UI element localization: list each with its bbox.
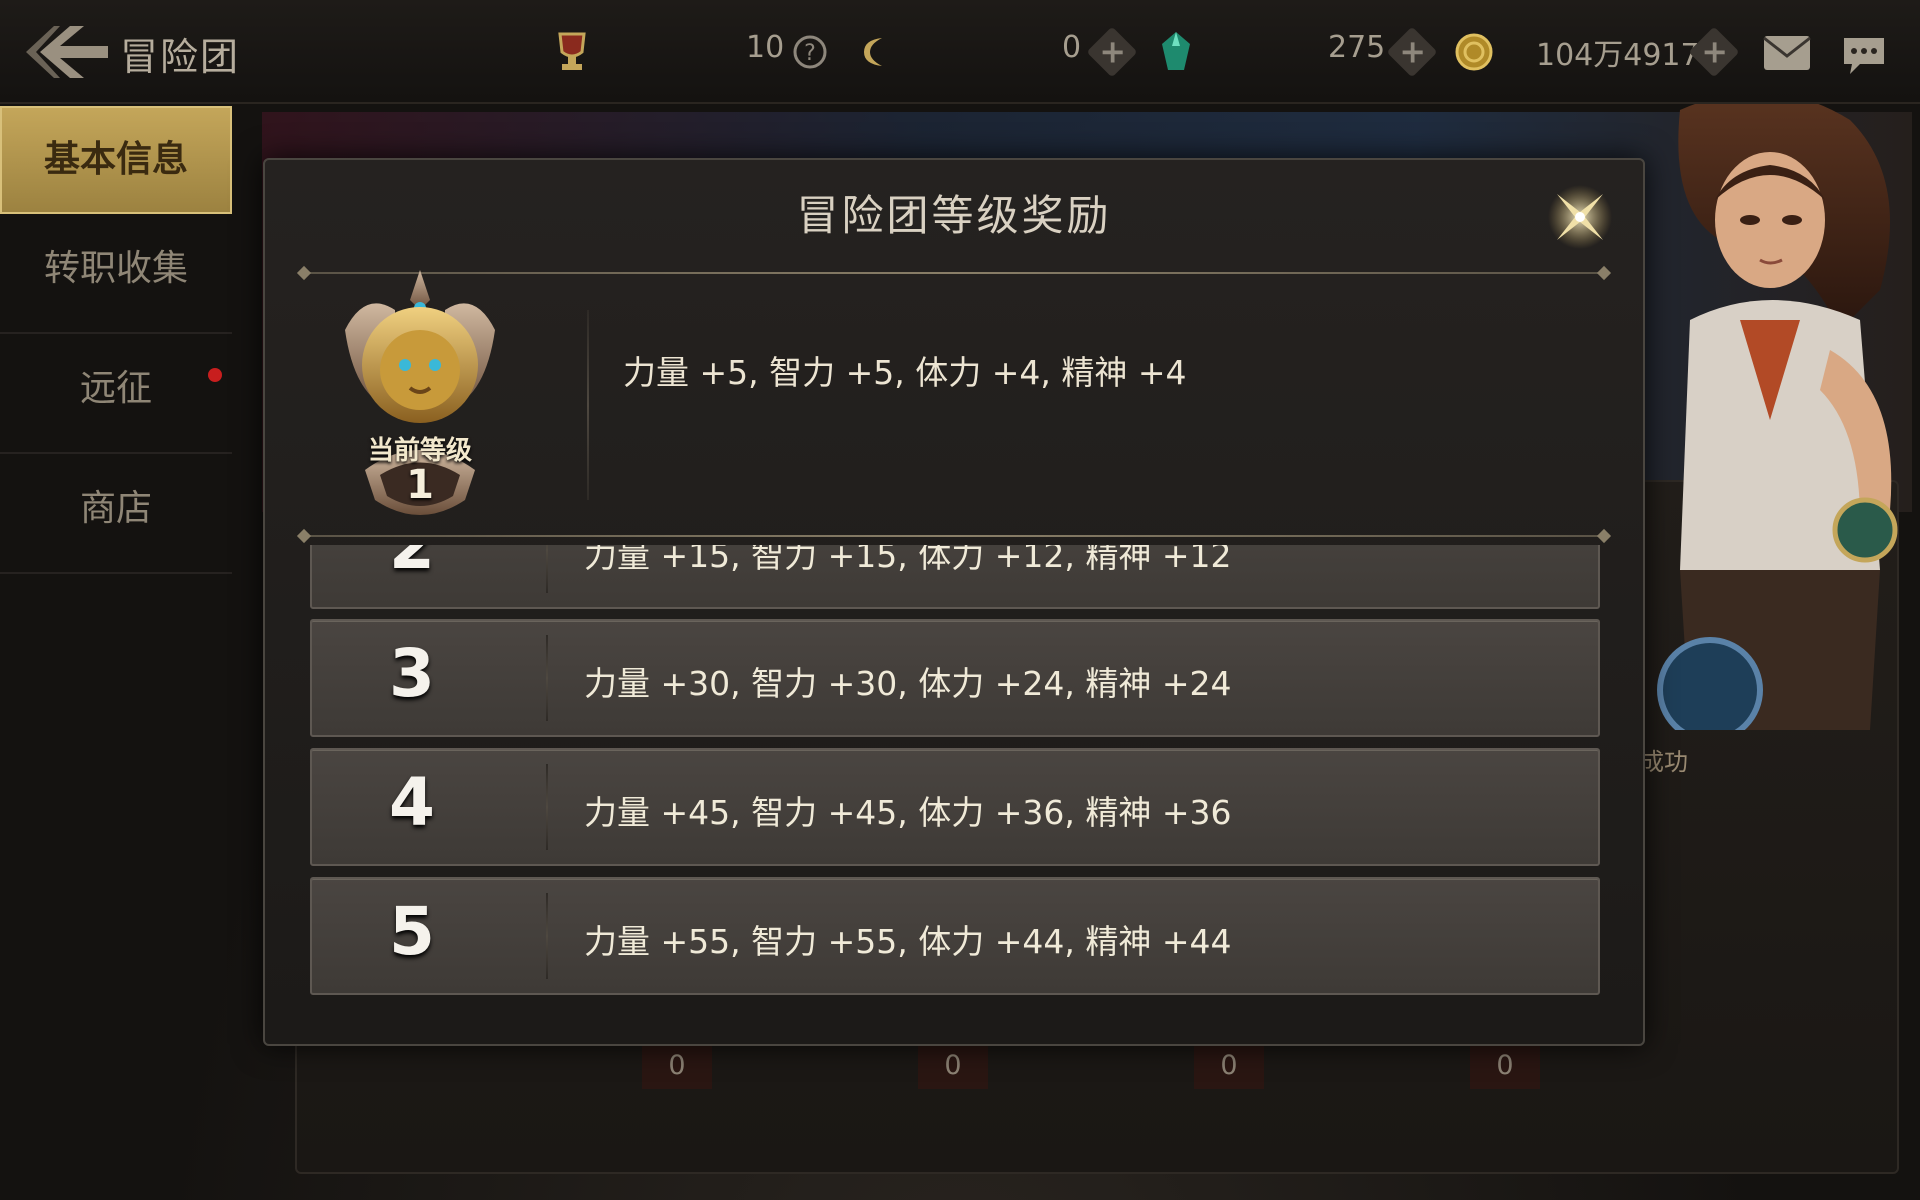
divider [305,535,1603,537]
plus-icon: + [1701,32,1729,71]
row-separator [546,545,548,593]
moon-icon [864,38,882,66]
add-coupon-button[interactable]: + [1386,26,1438,78]
background-success-label: 成功 [1640,748,1688,776]
coupon-count: 275 [1328,30,1386,65]
sidebar-item-basic-info[interactable]: 基本信息 [0,106,232,214]
reward-stats: 力量 +30, 智力 +30, 体力 +24, 精神 +24 [584,664,1232,703]
gem-icon [1162,32,1190,70]
close-icon [1548,185,1612,249]
row-separator [546,893,548,979]
svg-text:?: ? [804,41,816,66]
sidebar-item-label: 远征 [79,368,152,409]
row-separator [546,764,548,850]
back-arrow-icon [26,26,108,78]
sidebar-item-label: 转职收集 [43,248,188,289]
background-stat: 0 [918,1043,988,1089]
dialog-title: 冒险团等级奖励 [796,191,1112,240]
reward-level-number: 2 [389,545,435,584]
background-stat: 0 [1470,1043,1540,1089]
sidebar-item-label: 基本信息 [43,139,188,180]
help-icon[interactable]: ? [792,34,828,70]
reward-level-number: 3 [389,635,435,712]
reward-row: 4 力量 +45, 智力 +45, 体力 +36, 精神 +36 [310,748,1600,866]
back-button[interactable] [20,14,112,90]
reward-stats: 力量 +45, 智力 +45, 体力 +36, 精神 +36 [584,793,1232,832]
sidebar: 基本信息 转职收集 远征 商店 [0,106,232,574]
sidebar-item-class-collection[interactable]: 转职收集 [0,214,232,334]
gold-count: 104万4917 [1536,38,1700,73]
close-button[interactable] [1545,182,1615,252]
gold-coin-icon [1455,33,1493,71]
row-separator [587,310,589,500]
current-level-number: 1 [406,462,434,508]
reward-level-number: 4 [389,764,435,841]
reward-stats: 力量 +55, 智力 +55, 体力 +44, 精神 +44 [584,922,1232,961]
counter-value: 10 [746,30,785,65]
background-stat: 0 [642,1043,712,1089]
reward-row: 3 力量 +30, 智力 +30, 体力 +24, 精神 +24 [310,619,1600,737]
page-title: 冒险团 [120,35,241,79]
notification-badge [208,368,222,382]
top-bar: 冒险团 10 ? 0 + 275 + 104万4917 + [0,0,1920,104]
reward-list[interactable]: 2 力量 +15, 智力 +15, 体力 +12, 精神 +12 3 力量 +3… [310,545,1600,1007]
mail-icon[interactable] [1762,34,1812,72]
character-portrait [1620,90,1920,730]
chat-icon[interactable] [1840,34,1888,78]
current-level-row: 当前等级 1 力量 +5, 智力 +5, 体力 +4, 精神 +4 [305,270,1603,515]
current-level-reward: 力量 +5, 智力 +5, 体力 +4, 精神 +4 [623,353,1187,392]
reward-stats: 力量 +15, 智力 +15, 体力 +12, 精神 +12 [584,545,1232,575]
reward-row: 5 力量 +55, 智力 +55, 体力 +44, 精神 +44 [310,877,1600,995]
background-stat: 0 [1194,1043,1264,1089]
level-reward-dialog: 冒险团等级奖励 当前等级 1 力量 +5, 智力 +5, 体力 +4, 精神 +… [263,158,1645,1046]
plus-icon: + [1399,32,1427,71]
gem-count: 0 [1062,30,1082,65]
reward-row: 2 力量 +15, 智力 +15, 体力 +12, 精神 +12 [310,545,1600,609]
sidebar-item-label: 商店 [79,488,152,529]
reward-level-number: 5 [389,893,435,970]
sidebar-item-shop[interactable]: 商店 [0,454,232,574]
row-separator [546,635,548,721]
sidebar-item-expedition[interactable]: 远征 [0,334,232,454]
plus-icon: + [1099,32,1127,71]
add-gem-button[interactable]: + [1086,26,1138,78]
trophy-icon[interactable] [552,30,592,74]
